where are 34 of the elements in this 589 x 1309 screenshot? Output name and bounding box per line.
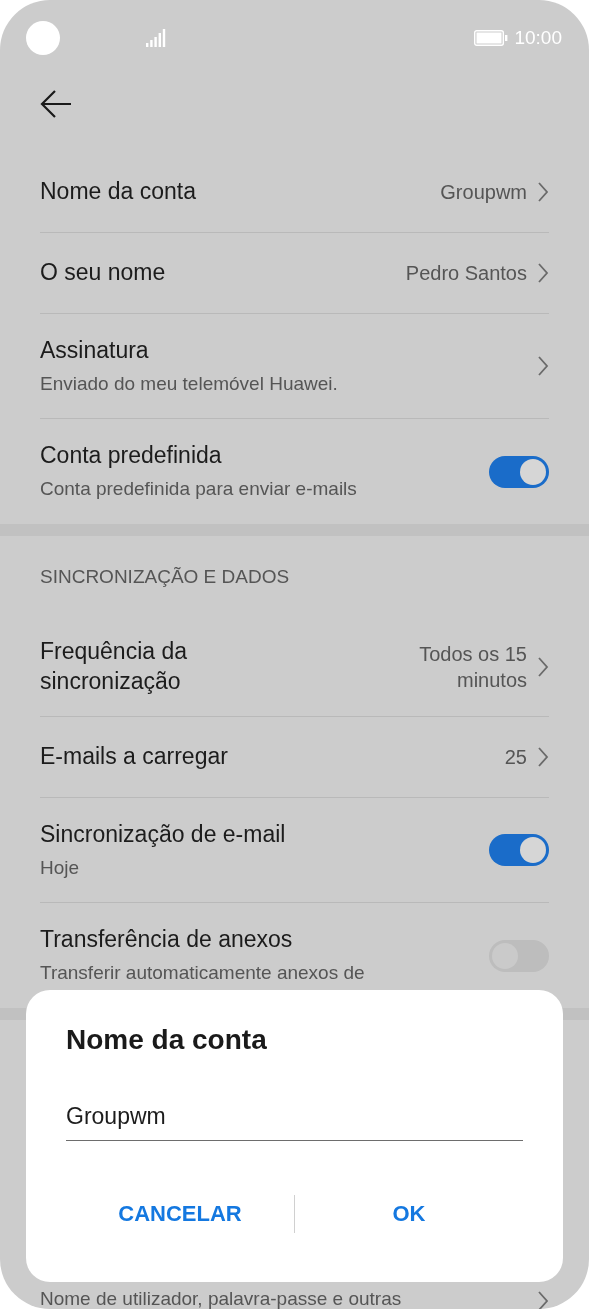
setting-value: Todos os 15 minutos [418, 642, 527, 693]
back-arrow-icon[interactable] [40, 90, 72, 118]
toggle-switch[interactable] [489, 834, 549, 866]
input-field[interactable]: Groupwm [66, 1103, 523, 1142]
chevron-right-icon [537, 355, 549, 377]
battery-icon [474, 29, 509, 46]
setting-description: Transferir automaticamente anexos de [40, 961, 366, 986]
chevron-right-icon [537, 181, 549, 203]
setting-title: Sincronização de e-mail [40, 819, 287, 849]
setting-description: Hoje [40, 855, 81, 880]
dialog-title: Nome da conta [66, 1023, 267, 1057]
setting-title: Nome da conta [40, 177, 197, 207]
setting-description: Enviado do meu telemóvel Huawei. [40, 371, 339, 396]
setting-title: Assinatura [40, 335, 150, 365]
setting-description: Nome de utilizador, palavra-passe e outras [40, 1287, 403, 1309]
chevron-right-icon [537, 262, 549, 284]
camera-cutout [26, 20, 60, 55]
signal-icon [146, 28, 166, 47]
section-header: SINCRONIZAÇÃO E DADOS [40, 566, 290, 588]
toggle-switch[interactable] [489, 455, 549, 488]
setting-title: E-mails a carregar [40, 742, 229, 772]
chevron-right-icon [537, 1289, 549, 1309]
setting-description: Conta predefinida para enviar e-mails [40, 477, 358, 502]
setting-title: Conta predefinida [40, 441, 223, 471]
setting-title: Transferência de anexos [40, 925, 294, 955]
setting-title: O seu nome [40, 258, 167, 288]
setting-value: Groupwm [440, 180, 527, 205]
setting-value: Pedro Santos [405, 261, 527, 286]
dialog-button[interactable]: CANCELAR [66, 1193, 294, 1236]
setting-value: 25 [504, 745, 527, 770]
chevron-right-icon [537, 746, 549, 768]
dialog-button[interactable]: OK [295, 1193, 523, 1236]
setting-title: Frequência da sincronização [40, 637, 189, 696]
chevron-right-icon [537, 656, 549, 678]
